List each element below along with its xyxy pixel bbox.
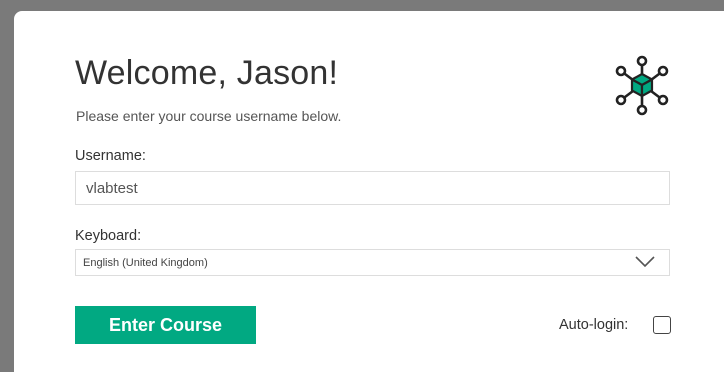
auto-login-checkbox[interactable] bbox=[653, 316, 671, 334]
chevron-down-icon bbox=[635, 256, 655, 268]
page-subtitle: Please enter your course username below. bbox=[76, 108, 342, 124]
keyboard-label: Keyboard: bbox=[75, 228, 142, 244]
enter-course-button[interactable]: Enter Course bbox=[75, 306, 256, 344]
keyboard-select[interactable]: English (United Kingdom) bbox=[75, 249, 670, 276]
login-card: Welcome, Jason! Please enter your course… bbox=[14, 11, 724, 372]
auto-login-label: Auto-login: bbox=[559, 317, 629, 333]
keyboard-selected-value: English (United Kingdom) bbox=[83, 257, 208, 269]
network-cube-icon bbox=[615, 55, 669, 116]
username-label: Username: bbox=[75, 148, 146, 164]
page-title: Welcome, Jason! bbox=[75, 54, 339, 92]
username-input[interactable] bbox=[75, 171, 670, 205]
